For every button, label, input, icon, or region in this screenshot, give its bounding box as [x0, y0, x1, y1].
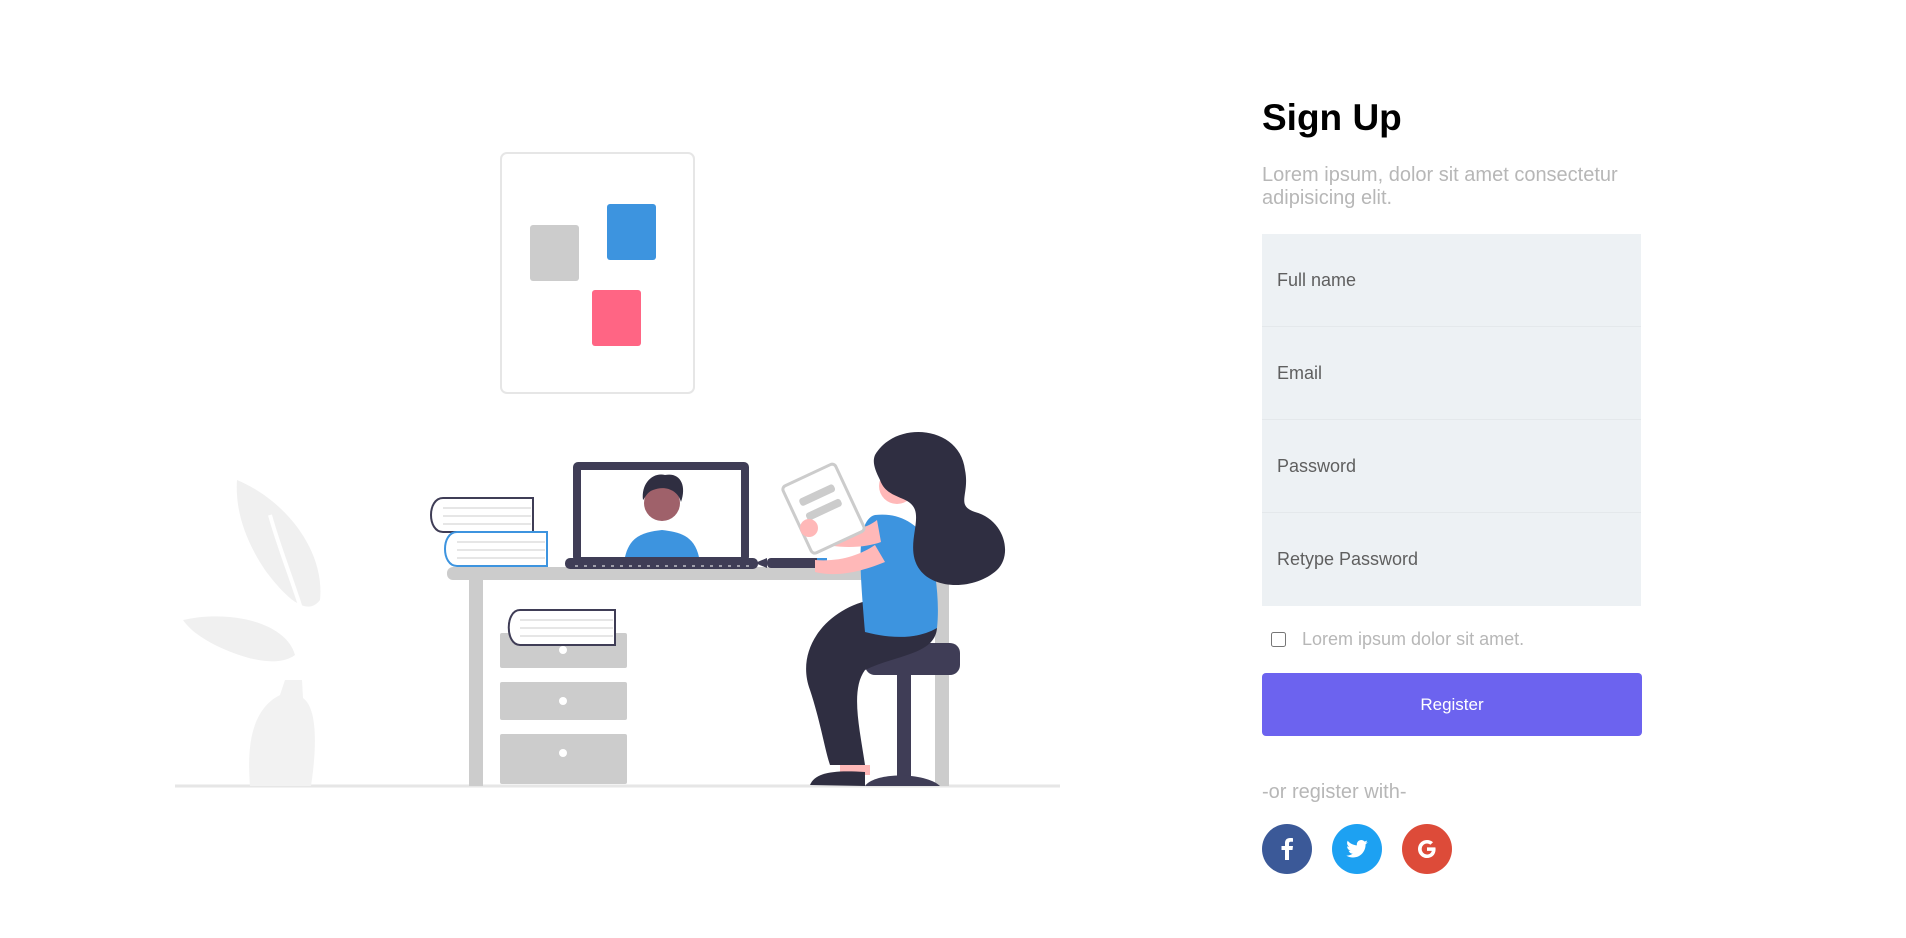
laptop	[565, 462, 758, 569]
terms-label: Lorem ipsum dolor sit amet.	[1302, 629, 1525, 649]
books-desk	[430, 497, 548, 567]
google-button[interactable]	[1402, 824, 1452, 874]
subtitle: Lorem ipsum, dolor sit amet consectetur …	[1262, 164, 1618, 209]
fields-group	[1262, 234, 1641, 606]
email-field[interactable]	[1262, 327, 1641, 420]
retype-password-field[interactable]	[1262, 513, 1641, 606]
twitter-button[interactable]	[1332, 824, 1382, 874]
terms-row: Lorem ipsum dolor sit amet.	[1262, 629, 1642, 650]
facebook-icon	[1281, 838, 1293, 860]
hand	[800, 519, 818, 537]
signup-page: Sign Up Lorem ipsum, dolor sit amet cons…	[0, 0, 1906, 938]
register-button[interactable]: Register	[1262, 673, 1642, 736]
page-title: Sign Up	[1262, 97, 1402, 138]
plant	[183, 480, 322, 786]
wall-frame	[500, 152, 695, 394]
google-icon	[1418, 840, 1436, 858]
social-buttons	[1262, 824, 1642, 874]
facebook-button[interactable]	[1262, 824, 1312, 874]
signup-form: Sign Up Lorem ipsum, dolor sit amet cons…	[1262, 90, 1642, 874]
person-at-desk-illustration	[175, 152, 1060, 788]
password-field[interactable]	[1262, 420, 1641, 513]
twitter-icon	[1346, 840, 1368, 858]
full-name-field[interactable]	[1262, 234, 1641, 327]
books-drawer	[507, 609, 616, 646]
terms-checkbox[interactable]	[1271, 632, 1286, 647]
or-register-with-text: -or register with-	[1262, 781, 1407, 803]
